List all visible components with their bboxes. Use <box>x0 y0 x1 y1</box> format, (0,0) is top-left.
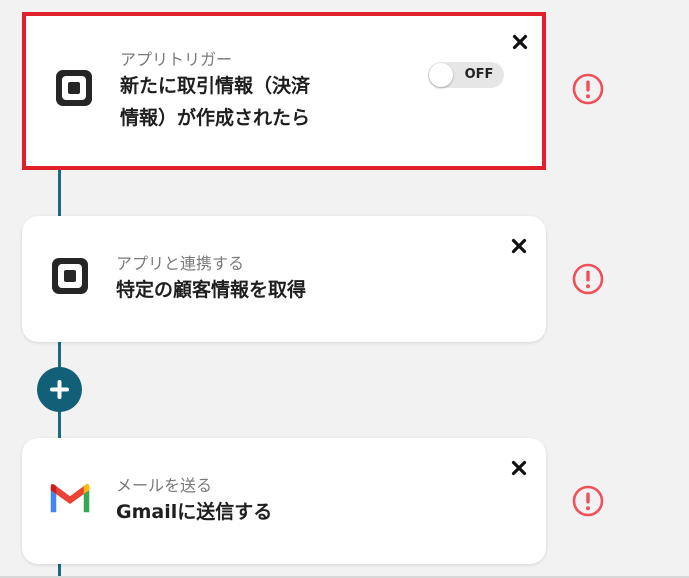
square-logo-icon <box>56 70 92 106</box>
trigger-step-card[interactable]: アプリトリガー 新たに取引情報（決済 情報）が作成されたら OFF <box>22 12 546 170</box>
toggle-state-label: OFF <box>464 67 494 82</box>
warning-icon[interactable] <box>572 263 604 295</box>
step-title-line: 新たに取引情報（決済 <box>120 75 311 97</box>
step-title: Gmailに送信する <box>116 501 273 523</box>
warning-icon[interactable] <box>572 73 604 105</box>
flow-connector-line <box>58 168 61 218</box>
gmail-icon <box>50 484 90 513</box>
trigger-toggle[interactable]: OFF <box>428 62 504 88</box>
action-step-card[interactable]: メールを送る Gmailに送信する <box>22 438 546 564</box>
add-step-button[interactable] <box>37 367 82 412</box>
square-logo-icon <box>52 258 88 294</box>
step-title: 新たに取引情報（決済 情報）が作成されたら <box>120 70 310 134</box>
step-type-label: アプリと連携する <box>116 254 245 273</box>
step-type-label: メールを送る <box>116 476 213 495</box>
step-type-label: アプリトリガー <box>120 50 233 69</box>
action-step-card[interactable]: アプリと連携する 特定の顧客情報を取得 <box>22 216 546 342</box>
close-icon[interactable] <box>511 238 527 254</box>
close-icon[interactable] <box>511 460 527 476</box>
step-title-line: 情報）が作成されたら <box>120 107 311 129</box>
close-icon[interactable] <box>512 34 528 50</box>
warning-icon[interactable] <box>572 485 604 517</box>
step-title: 特定の顧客情報を取得 <box>116 279 307 301</box>
workflow-canvas: アプリトリガー 新たに取引情報（決済 情報）が作成されたら OFF アプリと連携… <box>0 0 689 578</box>
plus-icon <box>50 380 69 399</box>
toggle-knob <box>429 63 453 87</box>
